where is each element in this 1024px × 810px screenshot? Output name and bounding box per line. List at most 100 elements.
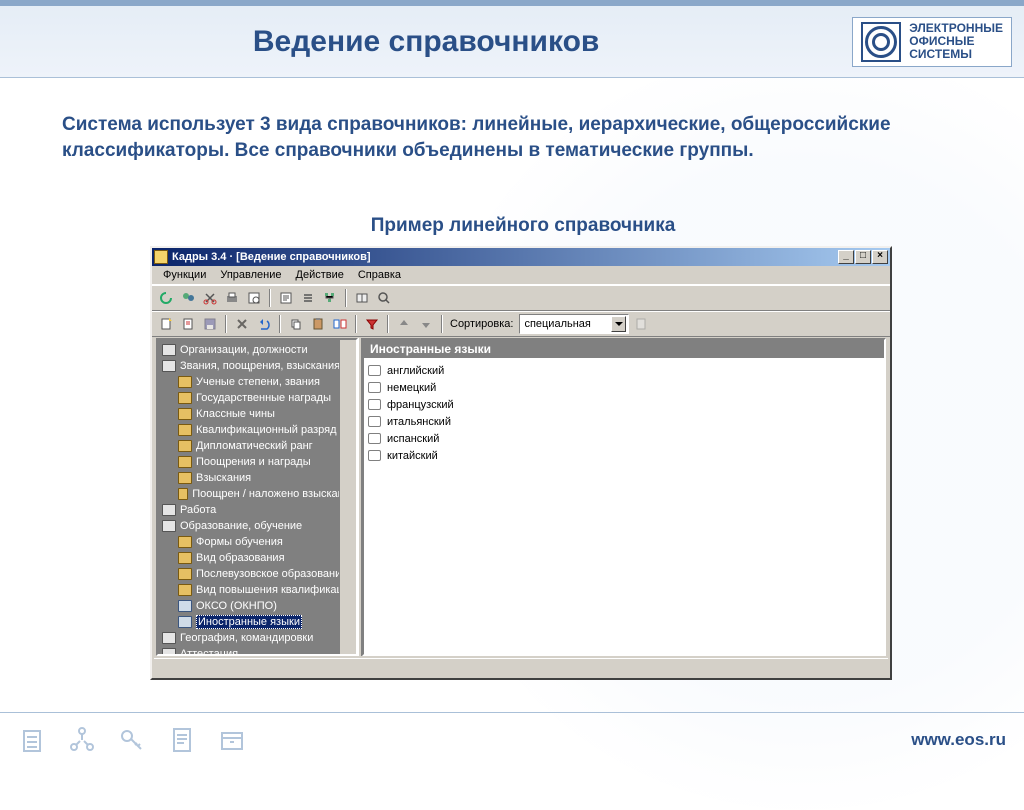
brand-text: ЭЛЕКТРОННЫЕ ОФИСНЫЕ СИСТЕМЫ: [909, 22, 1003, 62]
slide-header: Ведение справочников ЭЛЕКТРОННЫЕ ОФИСНЫЕ…: [0, 6, 1024, 78]
record-icon: [368, 416, 381, 427]
tree-item[interactable]: Поощрения и награды: [158, 454, 356, 470]
list-item[interactable]: испанский: [368, 430, 880, 447]
tree-item-label: Аттестация: [180, 648, 238, 656]
tool-paste-icon[interactable]: [308, 314, 328, 334]
tool-search-icon[interactable]: [374, 288, 394, 308]
brand-logo: ЭЛЕКТРОННЫЕ ОФИСНЫЕ СИСТЕМЫ: [852, 17, 1012, 67]
toolbar-separator: [225, 315, 227, 333]
folder-icon: [178, 584, 192, 596]
close-button[interactable]: ×: [872, 250, 888, 264]
tool-compare-icon[interactable]: [330, 314, 350, 334]
list-item[interactable]: английский: [368, 362, 880, 379]
tool-list-icon[interactable]: [298, 288, 318, 308]
list-item[interactable]: китайский: [368, 447, 880, 464]
tool-refresh-icon[interactable]: [156, 288, 176, 308]
maximize-button[interactable]: □: [855, 250, 871, 264]
tree-item-label: Звания, поощрения, взыскания: [180, 360, 340, 372]
list-item-label: итальянский: [387, 416, 451, 428]
tree-item[interactable]: Квалификационный разряд: [158, 422, 356, 438]
tree-item[interactable]: Дипломатический ранг: [158, 438, 356, 454]
tree-item[interactable]: Поощрен / наложено взыскание: [158, 486, 356, 502]
toolbar-separator: [279, 315, 281, 333]
record-icon: [368, 433, 381, 444]
titlebar[interactable]: Кадры 3.4 · [Ведение справочников] _ □ ×: [152, 248, 890, 266]
dropdown-icon[interactable]: [611, 316, 626, 332]
brand-emblem-icon: [861, 22, 901, 62]
menu-functions[interactable]: Функции: [156, 267, 213, 283]
toolbar-separator: [345, 289, 347, 307]
tree-item[interactable]: Иностранные языки: [158, 614, 356, 630]
tree-item[interactable]: Организации, должности: [158, 342, 356, 358]
tree-item[interactable]: Классные чины: [158, 406, 356, 422]
category-icon: [162, 632, 176, 644]
tree-item[interactable]: ОКСО (ОКНПО): [158, 598, 356, 614]
tool-move-down-icon[interactable]: [416, 314, 436, 334]
footer-building-icon: [18, 725, 46, 755]
tree-item-label: Классные чины: [196, 408, 275, 420]
folder-icon: [178, 392, 192, 404]
tool-apply-sort-icon[interactable]: [631, 314, 651, 334]
tool-copy-icon[interactable]: [286, 314, 306, 334]
footer-document-icon: [168, 725, 196, 755]
tool-preview-icon[interactable]: [244, 288, 264, 308]
list-item-label: английский: [387, 365, 444, 377]
document-icon: [178, 616, 192, 628]
window-title: Кадры 3.4 · [Ведение справочников]: [172, 251, 837, 263]
tool-save-icon[interactable]: [200, 314, 220, 334]
tree-item-label: Квалификационный разряд: [196, 424, 337, 436]
menu-help[interactable]: Справка: [351, 267, 408, 283]
tool-new-icon[interactable]: [156, 314, 176, 334]
tree-item-label: Взыскания: [196, 472, 251, 484]
toolbar-separator: [387, 315, 389, 333]
folder-icon: [178, 536, 192, 548]
tree-item[interactable]: Послевузовское образование: [158, 566, 356, 582]
list-header: Иностранные языки: [364, 340, 884, 358]
category-icon: [162, 344, 176, 356]
tool-filter-icon[interactable]: [362, 314, 382, 334]
tree-item-label: Организации, должности: [180, 344, 308, 356]
tool-delete-icon[interactable]: [232, 314, 252, 334]
category-icon: [162, 648, 176, 656]
sort-select[interactable]: специальная: [519, 314, 629, 334]
tree-item-label: Послевузовское образование: [196, 568, 347, 580]
minimize-button[interactable]: _: [838, 250, 854, 264]
category-icon: [162, 360, 176, 372]
tree-item[interactable]: Взыскания: [158, 470, 356, 486]
list-item-label: французский: [387, 399, 454, 411]
tool-properties-icon[interactable]: [276, 288, 296, 308]
list-item[interactable]: немецкий: [368, 379, 880, 396]
menu-manage[interactable]: Управление: [213, 267, 288, 283]
tree-item-label: Поощрения и награды: [196, 456, 311, 468]
tool-users-icon[interactable]: [178, 288, 198, 308]
tool-book-icon[interactable]: [352, 288, 372, 308]
slide-paragraph: Система использует 3 вида справочников: …: [62, 112, 984, 163]
tool-print-icon[interactable]: [222, 288, 242, 308]
tool-move-up-icon[interactable]: [394, 314, 414, 334]
tree-item-label: Поощрен / наложено взыскание: [192, 488, 356, 500]
tree-item[interactable]: Формы обучения: [158, 534, 356, 550]
tree-item[interactable]: География, командировки: [158, 630, 356, 646]
folder-icon: [178, 440, 192, 452]
tool-cut-icon[interactable]: [200, 288, 220, 308]
tree-item[interactable]: Вид образования: [158, 550, 356, 566]
record-icon: [368, 365, 381, 376]
toolbar-secondary: Сортировка: специальная: [152, 311, 890, 337]
tree-item-label: Формы обучения: [196, 536, 283, 548]
tool-tree-icon[interactable]: [320, 288, 340, 308]
tree-pane[interactable]: Организации, должности Звания, поощрения,…: [156, 338, 358, 656]
tool-undo-icon[interactable]: [254, 314, 274, 334]
tree-item[interactable]: Ученые степени, звания: [158, 374, 356, 390]
tree-item[interactable]: Работа: [158, 502, 356, 518]
list-item[interactable]: французский: [368, 396, 880, 413]
slide-title: Ведение справочников: [0, 25, 852, 59]
tree-item[interactable]: Образование, обучение: [158, 518, 356, 534]
folder-icon: [178, 456, 192, 468]
list-item[interactable]: итальянский: [368, 413, 880, 430]
menu-action[interactable]: Действие: [289, 267, 351, 283]
tree-item[interactable]: Вид повышения квалификации: [158, 582, 356, 598]
tree-item[interactable]: Аттестация: [158, 646, 356, 656]
tree-item[interactable]: Звания, поощрения, взыскания: [158, 358, 356, 374]
tool-edit-icon[interactable]: [178, 314, 198, 334]
tree-item[interactable]: Государственные награды: [158, 390, 356, 406]
